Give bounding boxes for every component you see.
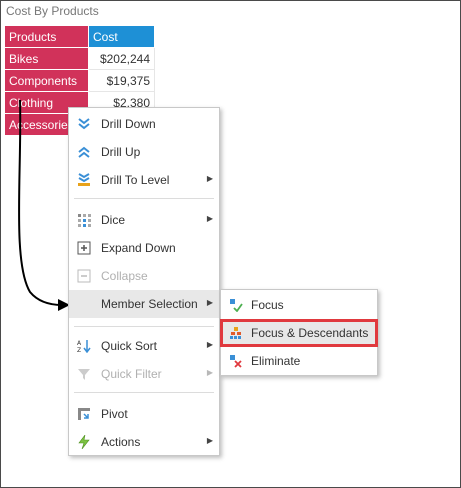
submenu-arrow-icon: ▶ <box>206 340 213 349</box>
context-menu: Drill Down Drill Up Drill To Level ▶ Dic… <box>68 107 220 456</box>
submenu-arrow-icon: ▶ <box>206 214 213 223</box>
panel-title: Cost By Products <box>6 4 99 18</box>
table-row: Bikes $202,244 <box>4 47 155 70</box>
menu-item-label: Eliminate <box>251 354 301 368</box>
pivot-icon <box>77 407 91 421</box>
menu-separator <box>74 392 214 393</box>
actions-icon <box>77 434 91 450</box>
menu-item-member-selection[interactable]: Member Selection ▶ <box>69 290 219 318</box>
submenu-arrow-icon: ▶ <box>206 368 213 377</box>
drill-up-icon <box>77 145 91 159</box>
menu-separator <box>74 198 214 199</box>
svg-text:Z: Z <box>77 347 81 353</box>
svg-text:A: A <box>77 340 82 347</box>
menu-item-label: Collapse <box>101 269 148 283</box>
menu-separator <box>74 326 214 327</box>
menu-item-label: Expand Down <box>101 241 176 255</box>
focus-descendants-icon <box>229 326 243 340</box>
drill-down-icon <box>77 117 91 131</box>
menu-item-label: Drill Up <box>101 145 141 159</box>
drill-to-level-icon <box>77 173 91 187</box>
menu-item-quick-sort[interactable]: AZ Quick Sort ▶ <box>69 332 219 360</box>
dice-icon <box>77 213 91 227</box>
row-header-bikes[interactable]: Bikes <box>4 47 89 70</box>
quick-sort-icon: AZ <box>77 339 91 354</box>
menu-item-label: Pivot <box>101 407 128 421</box>
menu-item-expand-down[interactable]: Expand Down <box>69 234 219 262</box>
menu-item-label: Actions <box>101 435 141 449</box>
menu-item-actions[interactable]: Actions ▶ <box>69 428 219 456</box>
collapse-icon <box>77 269 91 283</box>
menu-item-label: Focus <box>251 298 284 312</box>
menu-item-pivot[interactable]: Pivot <box>69 400 219 428</box>
menu-item-drill-up[interactable]: Drill Up <box>69 138 219 166</box>
menu-item-drill-to-level[interactable]: Drill To Level ▶ <box>69 166 219 194</box>
menu-item-label: Dice <box>101 213 126 227</box>
menu-item-label: Quick Sort <box>101 339 158 353</box>
row-header-title[interactable]: Products <box>4 25 89 48</box>
menu-item-focus[interactable]: Focus <box>221 291 377 319</box>
cost-cell[interactable]: $202,244 <box>88 47 155 70</box>
menu-item-label: Focus & Descendants <box>251 326 369 340</box>
row-header-components[interactable]: Components <box>4 69 89 92</box>
expand-down-icon <box>77 241 91 255</box>
menu-item-quick-filter[interactable]: Quick Filter ▶ <box>69 360 219 388</box>
menu-item-eliminate[interactable]: Eliminate <box>221 347 377 375</box>
focus-icon <box>229 298 243 313</box>
grid-header-row: Products Cost <box>4 25 155 48</box>
submenu-arrow-icon: ▶ <box>206 174 213 183</box>
menu-item-label: Member Selection <box>101 297 198 311</box>
quick-filter-icon <box>77 367 91 381</box>
menu-item-dice[interactable]: Dice ▶ <box>69 206 219 234</box>
member-selection-submenu: Focus Focus & Descendants Eliminate <box>220 289 378 376</box>
menu-item-label: Drill To Level <box>101 173 170 187</box>
menu-item-collapse[interactable]: Collapse <box>69 262 219 290</box>
cost-cell[interactable]: $19,375 <box>88 69 155 92</box>
menu-item-focus-descendants[interactable]: Focus & Descendants <box>220 319 378 347</box>
submenu-arrow-icon: ▶ <box>206 436 213 445</box>
table-row: Components $19,375 <box>4 69 155 92</box>
column-header-cost[interactable]: Cost <box>88 25 155 48</box>
menu-item-drill-down[interactable]: Drill Down <box>69 110 219 138</box>
submenu-arrow-icon: ▶ <box>206 298 213 307</box>
menu-item-label: Quick Filter <box>101 367 162 381</box>
menu-item-label: Drill Down <box>101 117 156 131</box>
eliminate-icon <box>229 354 243 368</box>
